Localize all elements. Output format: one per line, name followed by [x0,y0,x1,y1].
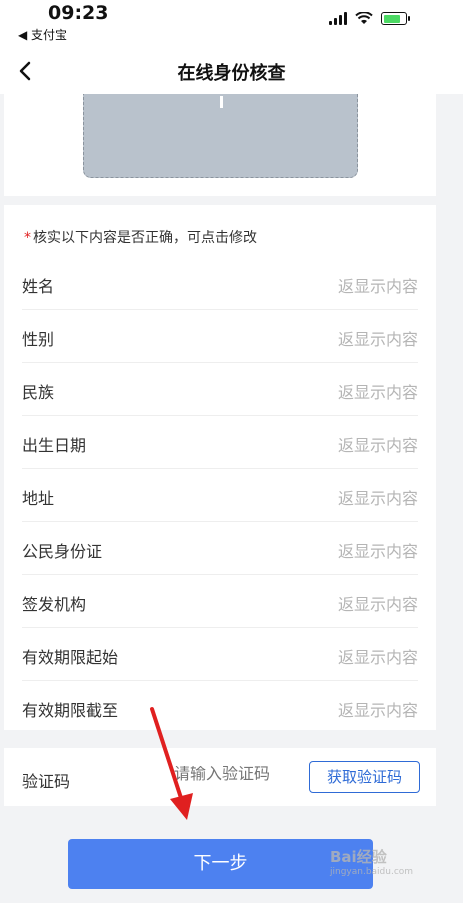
field-label: 出生日期 [22,436,87,455]
field-row-ethnicity[interactable]: 民族 返显示内容 [22,363,418,416]
verify-code-label: 验证码 [22,772,71,791]
nav-bar: 在线身份核查 [0,48,463,94]
field-label: 有效期限截至 [22,701,119,720]
wifi-icon [355,12,373,24]
field-value[interactable]: 返显示内容 [338,644,418,668]
field-label: 有效期限起始 [22,648,119,667]
field-value[interactable]: 返显示内容 [338,432,418,456]
field-label: 性别 [22,330,55,349]
get-code-button[interactable]: 获取验证码 [309,761,420,793]
field-value[interactable]: 返显示内容 [338,485,418,509]
field-value[interactable]: 返显示内容 [338,273,418,297]
id-card-photo[interactable] [83,94,358,178]
field-label: 民族 [22,383,55,402]
field-row-id-number[interactable]: 公民身份证 返显示内容 [22,522,418,575]
field-value[interactable]: 返显示内容 [338,697,418,721]
next-step-button[interactable]: 下一步 [68,839,373,889]
field-value[interactable]: 返显示内容 [338,326,418,350]
field-label: 签发机构 [22,595,87,614]
field-value[interactable]: 返显示内容 [338,538,418,562]
field-row-issuing-authority[interactable]: 签发机构 返显示内容 [22,575,418,628]
field-row-gender[interactable]: 性别 返显示内容 [22,310,418,363]
status-icons [329,12,410,25]
page-edge [436,0,463,903]
text-cursor [220,96,223,108]
verify-code-row: 验证码 获取验证码 [4,748,436,806]
required-star: * [24,230,31,246]
status-time: 09:23 [48,2,109,24]
watermark: Bai经验 jingyan.baidu.com [330,846,413,877]
signal-icon [329,12,347,25]
info-list: * 核实以下内容是否正确，可点击修改 姓名 返显示内容 性别 返显示内容 民族 返… [4,205,436,730]
field-row-birth-date[interactable]: 出生日期 返显示内容 [22,416,418,469]
field-row-valid-from[interactable]: 有效期限起始 返显示内容 [22,628,418,681]
field-label: 公民身份证 [22,542,103,561]
notice-text: * 核实以下内容是否正确，可点击修改 [24,227,257,247]
page-title: 在线身份核查 [177,63,286,84]
annotation-arrow-icon [150,707,193,820]
watermark-main: Bai经验 [330,848,387,866]
field-row-valid-until[interactable]: 有效期限截至 返显示内容 [22,681,418,734]
field-value[interactable]: 返显示内容 [338,379,418,403]
status-bar: 09:23 ◀ 支付宝 [0,0,463,48]
id-card-section [4,94,436,196]
notice-label: 核实以下内容是否正确，可点击修改 [33,230,257,246]
field-label: 地址 [22,489,55,508]
field-value[interactable]: 返显示内容 [338,591,418,615]
battery-icon [381,12,410,25]
field-label: 姓名 [22,277,55,296]
back-to-app-link[interactable]: ◀ 支付宝 [18,26,67,43]
field-row-address[interactable]: 地址 返显示内容 [22,469,418,522]
field-row-name[interactable]: 姓名 返显示内容 [22,257,418,310]
watermark-sub: jingyan.baidu.com [330,867,414,877]
